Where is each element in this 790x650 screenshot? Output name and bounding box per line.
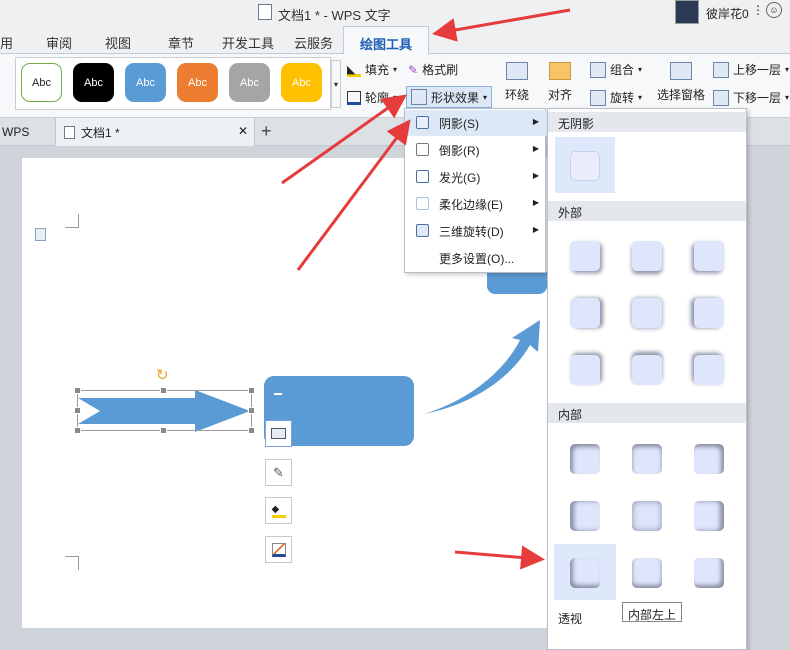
layout-icon	[271, 428, 286, 439]
shadow-swatch[interactable]	[632, 241, 662, 271]
shadow-swatch[interactable]	[632, 298, 662, 328]
soft-edges-icon	[416, 197, 429, 210]
shadow-swatch[interactable]	[570, 444, 600, 474]
curved-arrow-shape	[424, 320, 540, 414]
submenu-arrow-icon: ▶	[532, 225, 539, 234]
layout-options-button[interactable]	[265, 420, 292, 447]
resize-handle[interactable]	[74, 387, 81, 394]
resize-handle[interactable]	[74, 427, 81, 434]
tooltip: 内部左上	[622, 602, 683, 622]
resize-handle[interactable]	[160, 387, 167, 394]
menu-item-glow[interactable]: 发光(G) ▶	[405, 164, 547, 190]
menu-item-soft-edges[interactable]: 柔化边缘(E) ▶	[405, 191, 547, 217]
menu-item-more-settings[interactable]: 更多设置(O)...	[405, 245, 547, 271]
shadow-swatch[interactable]	[694, 355, 724, 385]
line-color-icon	[271, 542, 286, 557]
shadow-swatch[interactable]	[570, 558, 600, 588]
shadow-swatch[interactable]	[632, 558, 662, 588]
shadow-gallery: 无阴影 外部 内部 透视 内部左上	[547, 108, 747, 650]
resize-handle[interactable]	[160, 427, 167, 434]
shadow-swatch[interactable]	[694, 444, 724, 474]
shadow-swatch[interactable]	[632, 501, 662, 531]
section-no-shadow: 无阴影	[548, 112, 746, 132]
resize-handle[interactable]	[248, 387, 255, 394]
mini-line-color-button[interactable]	[265, 536, 292, 563]
shadow-swatch[interactable]	[694, 241, 724, 271]
shadow-swatch[interactable]	[694, 298, 724, 328]
shadow-swatch[interactable]	[570, 151, 600, 181]
shadow-swatch[interactable]	[570, 241, 600, 271]
partial-shape	[487, 272, 547, 294]
shadow-icon	[416, 116, 429, 129]
submenu-arrow-icon: ▶	[532, 144, 539, 153]
reflection-icon	[416, 143, 429, 156]
resize-handle[interactable]	[74, 407, 81, 414]
menu-item-reflection[interactable]: 倒影(R) ▶	[405, 137, 547, 163]
resize-handle[interactable]	[248, 407, 255, 414]
submenu-arrow-icon: ▶	[532, 117, 539, 126]
glow-icon	[416, 170, 429, 183]
resize-handle[interactable]	[248, 427, 255, 434]
submenu-arrow-icon: ▶	[532, 171, 539, 180]
shadow-swatch[interactable]	[570, 501, 600, 531]
menu-item-shadow[interactable]: 阴影(S) ▶	[405, 110, 547, 136]
mini-outline-button[interactable]: ✎	[265, 459, 292, 486]
3d-rotation-icon	[416, 224, 429, 237]
pen-icon: ✎	[273, 464, 284, 480]
shadow-swatch[interactable]	[694, 501, 724, 531]
shape-effects-menu: 阴影(S) ▶ 倒影(R) ▶ 发光(G) ▶ 柔化边缘(E) ▶ 三维旋转(D) ▶ 更…	[404, 108, 547, 273]
selection-frame	[77, 390, 252, 431]
section-inner: 内部	[548, 403, 746, 423]
rotate-handle-icon[interactable]: ↻	[156, 366, 169, 384]
section-outer: 外部	[548, 201, 746, 221]
dash-text	[274, 393, 282, 395]
shadow-swatch[interactable]	[632, 355, 662, 385]
shadow-swatch[interactable]	[570, 355, 600, 385]
shadow-swatch[interactable]	[632, 444, 662, 474]
shadow-swatch[interactable]	[570, 298, 600, 328]
fill-bucket-icon: ◆	[271, 504, 286, 518]
mini-fill-button[interactable]: ◆	[265, 497, 292, 524]
shadow-swatch[interactable]	[694, 558, 724, 588]
menu-item-3d-rotation[interactable]: 三维旋转(D) ▶	[405, 218, 547, 244]
submenu-arrow-icon: ▶	[532, 198, 539, 207]
